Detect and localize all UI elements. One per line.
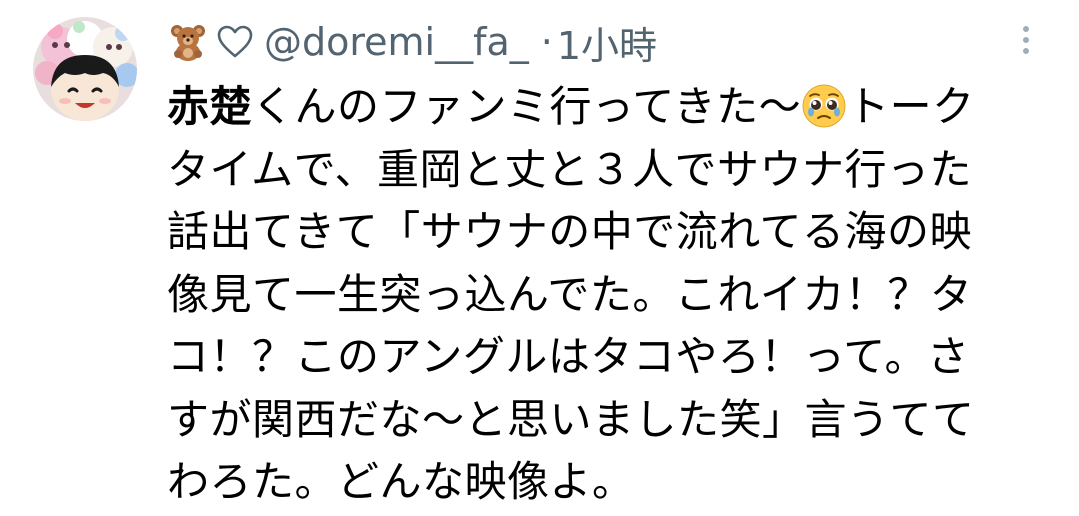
tweet-text-line1: くんのファンミ行ってきた〜 [252, 82, 802, 131]
tweet-header: @doremi__fa_ · 1小時 [168, 14, 657, 70]
tweet-text-after-emoji: トーク [847, 82, 975, 131]
white-heart-icon [217, 25, 253, 58]
avatar-image [33, 17, 137, 121]
bold-name-text: 赤楚 [167, 82, 253, 131]
timestamp[interactable]: 1小時 [557, 15, 657, 70]
more-options-icon[interactable] [1012, 22, 1040, 58]
tweet-card[interactable]: @doremi__fa_ · 1小時 赤楚くんのファンミ行ってきた〜 トーク タ… [0, 0, 1079, 516]
pleading-face-icon [802, 84, 846, 128]
tweet-text-rest: タイムで、重岡と丈と３人でサウナ行った 話出てきて「サウナの中で流れてる海の映 … [167, 144, 975, 507]
user-handle[interactable]: @doremi__fa_ [264, 20, 529, 64]
avatar[interactable] [33, 17, 137, 121]
teddy-bear-icon [171, 25, 205, 61]
display-name[interactable] [168, 22, 254, 62]
separator-dot: · [540, 20, 553, 64]
tweet-text: 赤楚くんのファンミ行ってきた〜 トーク タイムで、重岡と丈と３人でサウナ行った … [167, 76, 1047, 514]
